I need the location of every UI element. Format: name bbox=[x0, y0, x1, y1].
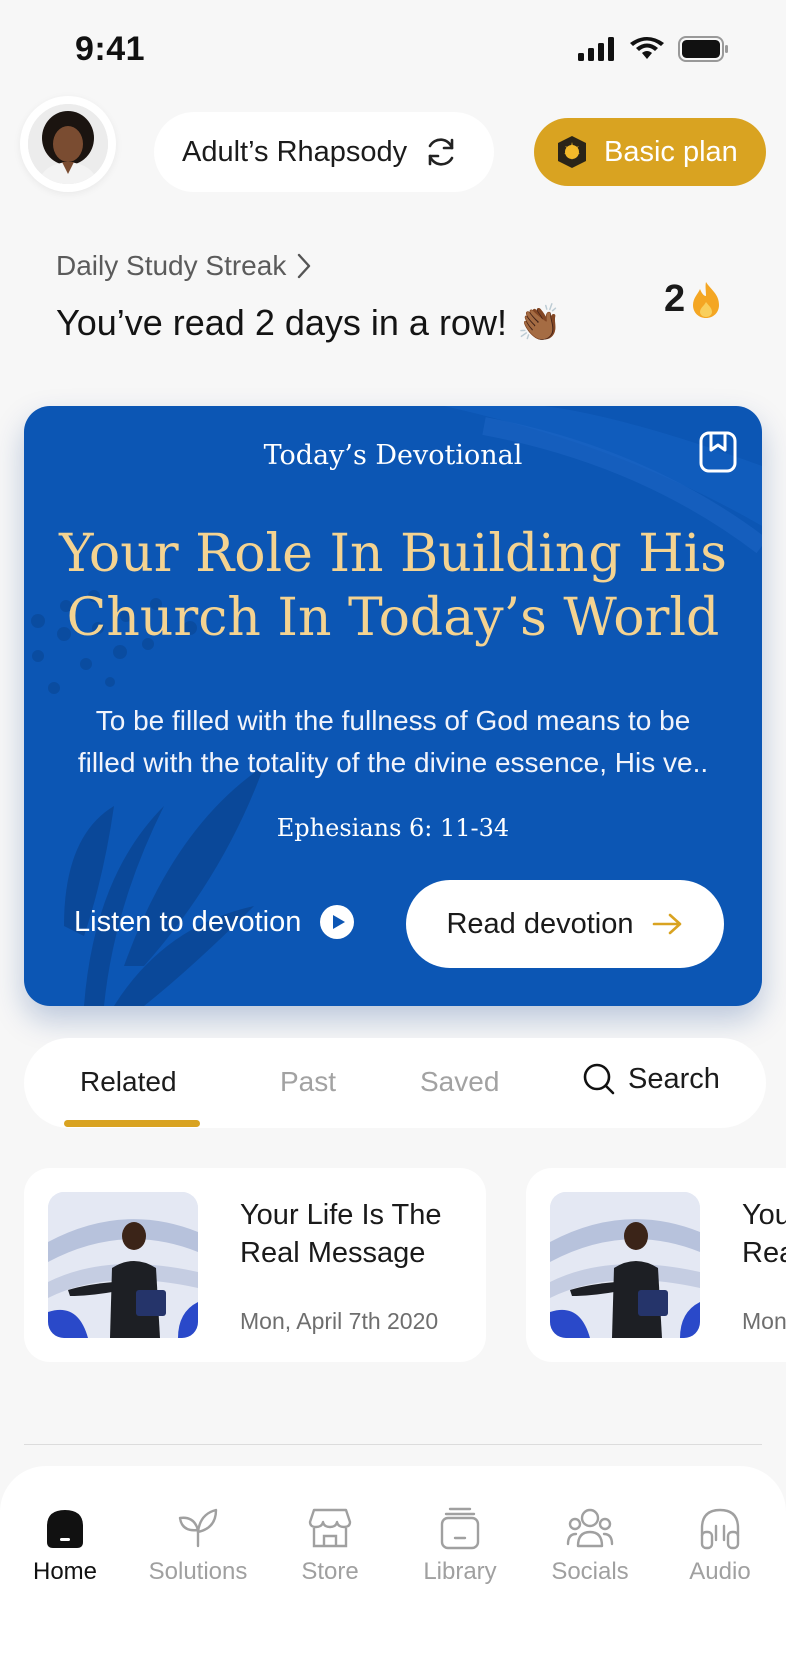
streak-message: You’ve read 2 days in a row! 👏🏾 bbox=[56, 302, 562, 343]
reading-plan-selector[interactable]: Adult’s Rhapsody bbox=[154, 112, 494, 192]
devotional-title: Your Role In Building His Church In Toda… bbox=[59, 524, 727, 648]
store-icon bbox=[308, 1508, 352, 1548]
wifi-icon bbox=[630, 37, 664, 59]
related-date: Mon, April 7th 2020 bbox=[742, 1308, 786, 1334]
fire-icon bbox=[693, 281, 720, 318]
home-icon bbox=[47, 1510, 83, 1548]
nav-label: Solutions bbox=[148, 1558, 248, 1585]
divider bbox=[24, 1444, 762, 1445]
search-button[interactable]: Search bbox=[582, 1062, 720, 1096]
arrow-right-icon bbox=[652, 913, 681, 935]
listen-devotion-button[interactable]: Listen to devotion bbox=[74, 898, 355, 946]
related-title: Your Life Is The Real Message bbox=[742, 1196, 786, 1272]
status-icons bbox=[578, 36, 730, 62]
nav-label: Home bbox=[32, 1558, 98, 1585]
tab-related[interactable]: Related bbox=[80, 1066, 177, 1098]
refresh-icon bbox=[428, 138, 454, 166]
avatar[interactable] bbox=[20, 96, 116, 192]
streak-counter: 2 bbox=[664, 278, 723, 321]
streak-label: Daily Study Streak bbox=[56, 250, 287, 281]
read-devotion-button[interactable]: Read devotion bbox=[406, 880, 724, 968]
active-tab-indicator bbox=[64, 1120, 200, 1127]
tab-past[interactable]: Past bbox=[280, 1066, 336, 1098]
status-time: 9:41 bbox=[75, 30, 146, 68]
read-label: Read devotion bbox=[446, 907, 634, 940]
people-icon bbox=[566, 1508, 614, 1548]
plan-badge-icon bbox=[558, 136, 586, 168]
scripture-reference: Ephesians 6: 11-34 bbox=[276, 814, 510, 842]
search-icon bbox=[583, 1063, 615, 1095]
preacher-image bbox=[48, 1192, 198, 1338]
profile-photo bbox=[28, 104, 108, 184]
reading-plan-label: Adult’s Rhapsody bbox=[182, 135, 408, 168]
signal-icon bbox=[578, 37, 614, 61]
search-label: Search bbox=[628, 1062, 720, 1095]
sprout-icon bbox=[178, 1508, 218, 1548]
devotional-excerpt: To be filled with the fullness of God me… bbox=[77, 705, 709, 778]
nav-home[interactable]: Home bbox=[0, 1506, 130, 1586]
related-title-line: Your Life Is The bbox=[742, 1199, 786, 1231]
bottom-nav: Home Solutions Store Library Socials Aud… bbox=[0, 1466, 786, 1680]
streak-link[interactable]: Daily Study Streak bbox=[56, 250, 312, 282]
related-date: Mon, April 7th 2020 bbox=[240, 1308, 439, 1334]
related-card[interactable]: Your Life Is The Real Message Mon, April… bbox=[526, 1168, 786, 1362]
plan-label: Basic plan bbox=[604, 135, 738, 168]
related-thumbnail bbox=[550, 1192, 700, 1338]
listen-label: Listen to devotion bbox=[74, 905, 302, 938]
related-title-line: Your Life Is The bbox=[240, 1199, 442, 1231]
preacher-image bbox=[550, 1192, 700, 1338]
related-title-line: Real Message bbox=[742, 1237, 786, 1269]
nav-label: Library bbox=[423, 1558, 497, 1585]
battery-icon bbox=[678, 36, 728, 62]
library-icon bbox=[440, 1507, 480, 1550]
nav-audio[interactable]: Audio bbox=[655, 1506, 785, 1586]
related-thumbnail bbox=[48, 1192, 198, 1338]
related-title: Your Life Is The Real Message bbox=[240, 1196, 470, 1272]
streak-count: 2 bbox=[664, 278, 686, 320]
nav-store[interactable]: Store bbox=[265, 1506, 395, 1586]
headphones-icon bbox=[700, 1508, 740, 1550]
bookmark-icon[interactable] bbox=[698, 430, 738, 474]
nav-label: Audio bbox=[689, 1558, 751, 1585]
nav-solutions[interactable]: Solutions bbox=[133, 1506, 263, 1586]
nav-label: Store bbox=[301, 1558, 359, 1585]
plan-badge-button[interactable]: Basic plan bbox=[534, 118, 766, 186]
nav-library[interactable]: Library bbox=[395, 1506, 525, 1586]
nav-socials[interactable]: Socials bbox=[525, 1506, 655, 1586]
related-card[interactable]: Your Life Is The Real Message Mon, April… bbox=[24, 1168, 486, 1362]
devotional-card[interactable]: Today’s Devotional Your Role In Building… bbox=[24, 406, 762, 1006]
nav-label: Socials bbox=[551, 1558, 629, 1585]
play-icon bbox=[320, 905, 355, 939]
devotional-tabs: Related Past Saved Search bbox=[24, 1038, 766, 1128]
tab-saved[interactable]: Saved bbox=[420, 1066, 499, 1098]
related-title-line: Real Message bbox=[240, 1237, 426, 1269]
devotional-eyebrow: Today’s Devotional bbox=[263, 440, 523, 471]
chevron-right-icon bbox=[298, 253, 311, 279]
